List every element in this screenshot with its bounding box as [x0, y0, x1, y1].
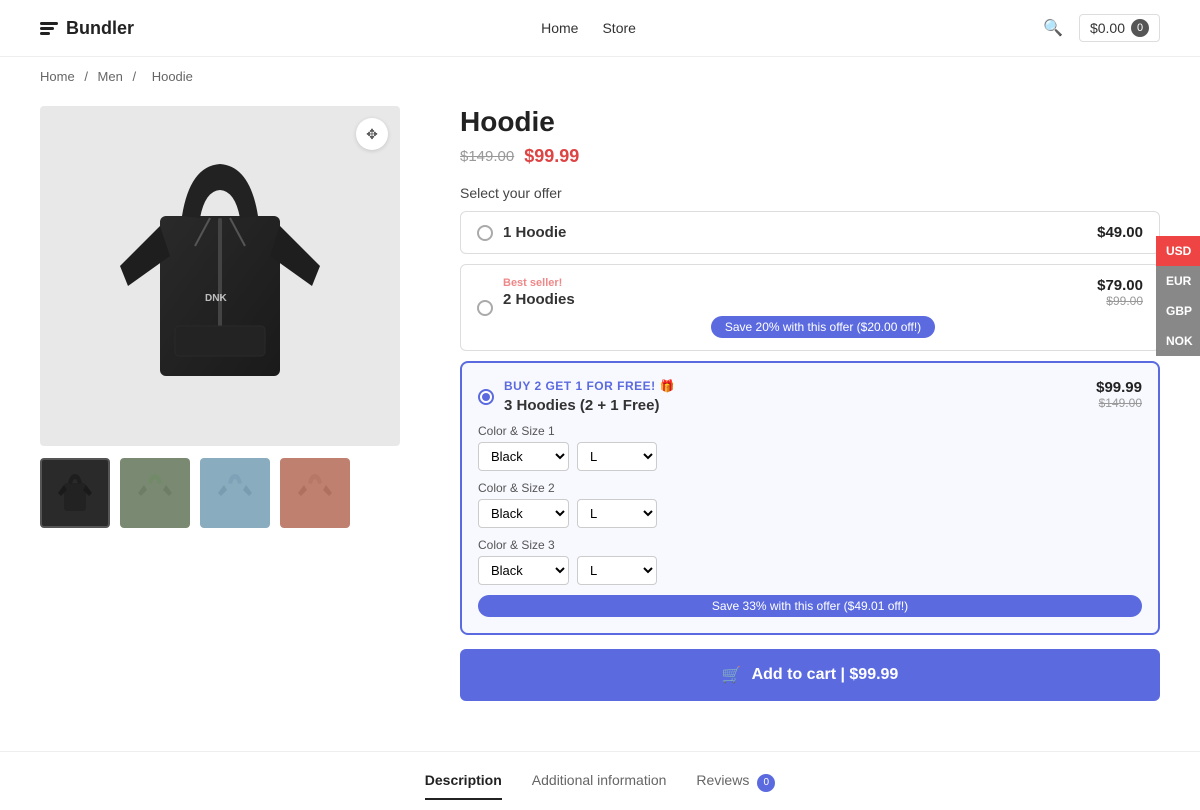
cart-button[interactable]: $0.00 0	[1079, 14, 1160, 42]
breadcrumb-home[interactable]: Home	[40, 69, 75, 84]
thumbnail-pink[interactable]	[280, 458, 350, 528]
radio-1	[477, 225, 493, 241]
add-to-cart-button[interactable]: 🛒 Add to cart | $99.99	[460, 649, 1160, 701]
sale-price: $99.99	[524, 146, 579, 167]
tab-reviews[interactable]: Reviews 0	[696, 772, 775, 800]
currency-eur[interactable]: EUR	[1156, 266, 1200, 296]
color-3-select[interactable]: Black White Green Blue Pink	[478, 556, 569, 585]
color-size-2-label: Color & Size 2	[478, 481, 1142, 495]
svg-text:DNK: DNK	[205, 293, 227, 304]
thumbnail-black[interactable]	[40, 458, 110, 528]
main-content: DNK ✥	[0, 96, 1200, 741]
thumbnail-blue[interactable]	[200, 458, 270, 528]
main-nav: Home Store	[541, 20, 636, 36]
color-size-3-label: Color & Size 3	[478, 538, 1142, 552]
cart-count: 0	[1131, 19, 1149, 37]
thumbnail-green[interactable]	[120, 458, 190, 528]
color-1-select[interactable]: Black White Green Blue Pink	[478, 442, 569, 471]
radio-bundle	[478, 389, 494, 405]
nav-home[interactable]: Home	[541, 20, 578, 36]
size-2-select[interactable]: XS S M L XL XXL	[577, 499, 657, 528]
product-title: Hoodie	[460, 106, 1160, 138]
search-button[interactable]: 🔍	[1043, 18, 1063, 38]
logo-icon	[40, 22, 58, 35]
tabs-section: Description Additional information Revie…	[0, 751, 1200, 810]
offer-card-2[interactable]: Best seller! 2 Hoodies $79.00 $99.00 Sav…	[460, 264, 1160, 351]
tabs-list: Description Additional information Revie…	[40, 772, 1160, 800]
offer-2-orig: $99.00	[1097, 294, 1143, 308]
thumbnail-list	[40, 458, 420, 528]
bundle-title: 3 Hoodies (2 + 1 Free)	[504, 397, 675, 414]
header-right: 🔍 $0.00 0	[1043, 14, 1160, 42]
add-to-cart-label: Add to cart | $99.99	[752, 666, 899, 684]
offer-card-1[interactable]: 1 Hoodie $49.00	[460, 211, 1160, 254]
color-size-3-row: Color & Size 3 Black White Green Blue Pi…	[478, 538, 1142, 585]
breadcrumb: Home / Men / Hoodie	[0, 57, 1200, 96]
bundle-card[interactable]: BUY 2 GET 1 FOR FREE! 🎁 3 Hoodies (2 + 1…	[460, 361, 1160, 635]
offer-2-badge: Best seller!	[503, 277, 575, 289]
radio-2	[477, 300, 493, 316]
main-product-image: DNK ✥	[40, 106, 400, 446]
offer-2-name: 2 Hoodies	[503, 291, 575, 308]
product-image-section: DNK ✥	[40, 106, 420, 701]
logo[interactable]: Bundler	[40, 18, 134, 39]
size-1-select[interactable]: XS S M L XL XXL	[577, 442, 657, 471]
tab-additional-info[interactable]: Additional information	[532, 772, 667, 800]
cart-icon: 🛒	[722, 665, 742, 685]
tab-description[interactable]: Description	[425, 772, 502, 800]
nav-store[interactable]: Store	[602, 20, 635, 36]
bundle-orig-price: $149.00	[1096, 396, 1142, 410]
currency-usd[interactable]: USD	[1156, 236, 1200, 266]
hoodie-svg: DNK	[110, 136, 330, 416]
bundle-sale-price: $99.99	[1096, 379, 1142, 396]
site-header: Bundler Home Store 🔍 $0.00 0	[0, 0, 1200, 57]
currency-sidebar: USD EUR GBP NOK	[1156, 236, 1200, 356]
price-row: $149.00 $99.99	[460, 146, 1160, 167]
color-2-select[interactable]: Black White Green Blue Pink	[478, 499, 569, 528]
reviews-badge: 0	[757, 774, 775, 792]
bundle-promo-label: BUY 2 GET 1 FOR FREE! 🎁	[504, 379, 675, 393]
offer-1-price: $49.00	[1097, 224, 1143, 241]
currency-gbp[interactable]: GBP	[1156, 296, 1200, 326]
color-size-1-row: Color & Size 1 Black White Green Blue Pi…	[478, 424, 1142, 471]
logo-text: Bundler	[66, 18, 134, 39]
size-3-select[interactable]: XS S M L XL XXL	[577, 556, 657, 585]
cart-price: $0.00	[1090, 20, 1125, 36]
bundle-save: Save 33% with this offer ($49.01 off!)	[478, 595, 1142, 617]
color-size-2-row: Color & Size 2 Black White Green Blue Pi…	[478, 481, 1142, 528]
expand-image-button[interactable]: ✥	[356, 118, 388, 150]
offer-2-price: $79.00	[1097, 277, 1143, 294]
currency-nok[interactable]: NOK	[1156, 326, 1200, 356]
color-size-1-label: Color & Size 1	[478, 424, 1142, 438]
offer-1-name: 1 Hoodie	[503, 224, 566, 241]
breadcrumb-men[interactable]: Men	[98, 69, 123, 84]
original-price: $149.00	[460, 148, 514, 165]
breadcrumb-current: Hoodie	[152, 69, 193, 84]
offer-2-save: Save 20% with this offer ($20.00 off!)	[711, 316, 935, 338]
product-info: Hoodie $149.00 $99.99 Select your offer …	[460, 106, 1160, 701]
select-offer-label: Select your offer	[460, 185, 1160, 201]
